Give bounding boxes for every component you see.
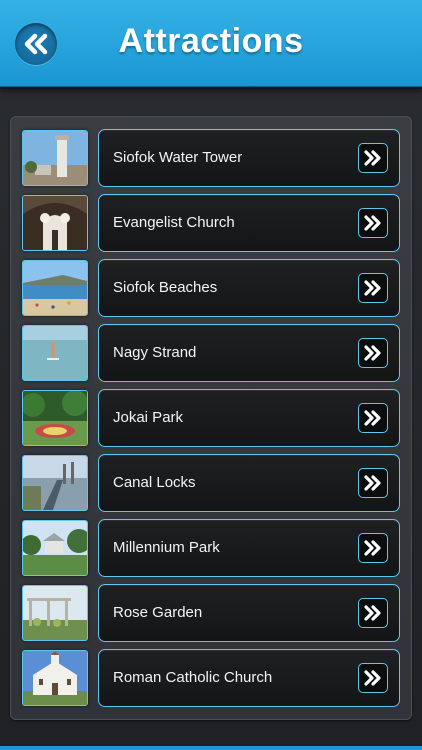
church-facade-thumbnail: [22, 195, 88, 251]
list-item[interactable]: Nagy Strand: [22, 324, 400, 382]
double-chevron-right-icon: [364, 605, 381, 621]
list-item-label: Millennium Park: [113, 539, 220, 556]
list-item-button[interactable]: Evangelist Church: [98, 194, 400, 252]
open-item-button[interactable]: [358, 403, 388, 433]
list-item-button[interactable]: Siofok Water Tower: [98, 129, 400, 187]
double-chevron-right-icon: [364, 215, 381, 231]
list-item[interactable]: Rose Garden: [22, 584, 400, 642]
double-chevron-right-icon: [364, 540, 381, 556]
list-item-label: Siofok Beaches: [113, 279, 218, 296]
attractions-list: Siofok Water Tower Evangelist Church Sio…: [10, 116, 412, 720]
lake-thumbnail: [22, 325, 88, 381]
list-item[interactable]: Jokai Park: [22, 389, 400, 447]
list-item[interactable]: Millennium Park: [22, 519, 400, 577]
list-item-label: Jokai Park: [113, 409, 184, 426]
list-item-label: Siofok Water Tower: [113, 149, 243, 166]
double-chevron-right-icon: [364, 475, 381, 491]
open-item-button[interactable]: [358, 208, 388, 238]
millennium-park-thumbnail: [22, 520, 88, 576]
list-item-button[interactable]: Roman Catholic Church: [98, 649, 400, 707]
list-item-label: Roman Catholic Church: [113, 669, 273, 686]
list-item-label: Evangelist Church: [113, 214, 235, 231]
header-bar: Attractions: [0, 0, 422, 87]
list-item-label: Canal Locks: [113, 474, 196, 491]
double-chevron-right-icon: [364, 150, 381, 166]
list-item-button[interactable]: Siofok Beaches: [98, 259, 400, 317]
open-item-button[interactable]: [358, 273, 388, 303]
list-item[interactable]: Roman Catholic Church: [22, 649, 400, 707]
open-item-button[interactable]: [358, 143, 388, 173]
list-item-label: Rose Garden: [113, 604, 203, 621]
water-tower-thumbnail: [22, 130, 88, 186]
list-item-button[interactable]: Canal Locks: [98, 454, 400, 512]
open-item-button[interactable]: [358, 468, 388, 498]
double-chevron-right-icon: [364, 280, 381, 296]
beach-thumbnail: [22, 260, 88, 316]
list-item-button[interactable]: Millennium Park: [98, 519, 400, 577]
double-chevron-right-icon: [364, 345, 381, 361]
list-item-button[interactable]: Jokai Park: [98, 389, 400, 447]
double-chevron-right-icon: [364, 670, 381, 686]
open-item-button[interactable]: [358, 533, 388, 563]
open-item-button[interactable]: [358, 338, 388, 368]
open-item-button[interactable]: [358, 663, 388, 693]
open-item-button[interactable]: [358, 598, 388, 628]
white-church-thumbnail: [22, 650, 88, 706]
list-item-button[interactable]: Nagy Strand: [98, 324, 400, 382]
rose-garden-thumbnail: [22, 585, 88, 641]
list-item[interactable]: Siofok Beaches: [22, 259, 400, 317]
park-thumbnail: [22, 390, 88, 446]
list-item-button[interactable]: Rose Garden: [98, 584, 400, 642]
page-title: Attractions: [118, 22, 304, 60]
double-chevron-right-icon: [364, 410, 381, 426]
list-item[interactable]: Evangelist Church: [22, 194, 400, 252]
bottom-accent-bar: [0, 746, 422, 750]
list-item-label: Nagy Strand: [113, 344, 197, 361]
canal-thumbnail: [22, 455, 88, 511]
list-item[interactable]: Canal Locks: [22, 454, 400, 512]
list-item[interactable]: Siofok Water Tower: [22, 129, 400, 187]
